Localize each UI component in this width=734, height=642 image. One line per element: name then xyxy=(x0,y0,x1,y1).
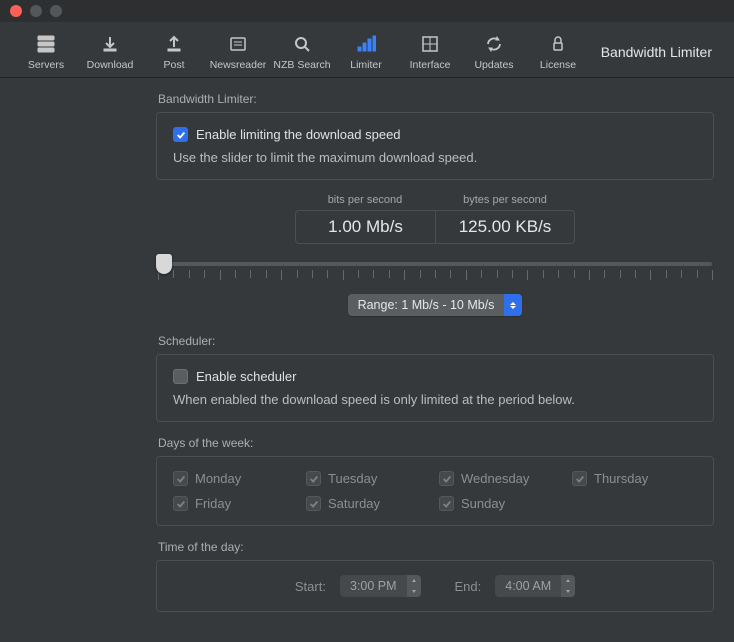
range-select-value: Range: 1 Mb/s - 10 Mb/s xyxy=(348,298,505,312)
toolbar-nzb-search[interactable]: NZB Search xyxy=(270,33,334,71)
slider-thumb[interactable] xyxy=(156,254,172,274)
day-label: Saturday xyxy=(328,496,380,511)
start-label: Start: xyxy=(295,579,326,594)
bytes-value: 125.00 KB/s xyxy=(435,210,575,244)
search-icon xyxy=(293,33,311,55)
interface-icon xyxy=(421,33,439,55)
day-checkbox[interactable] xyxy=(306,471,321,486)
start-time-field[interactable]: 3:00 PM xyxy=(340,575,421,597)
day-tuesday[interactable]: Tuesday xyxy=(306,471,431,486)
enable-scheduler-checkbox[interactable] xyxy=(173,369,188,384)
day-saturday[interactable]: Saturday xyxy=(306,496,431,511)
toolbar-newsreader[interactable]: Newsreader xyxy=(206,33,270,71)
toolbar-servers[interactable]: Servers xyxy=(14,33,78,71)
enable-limiter-label: Enable limiting the download speed xyxy=(196,127,401,142)
servers-icon xyxy=(36,33,56,55)
toolbar-label: Interface xyxy=(410,59,451,71)
enable-limiter-checkbox[interactable] xyxy=(173,127,188,142)
day-label: Tuesday xyxy=(328,471,377,486)
day-label: Friday xyxy=(195,496,231,511)
enable-scheduler-label: Enable scheduler xyxy=(196,369,296,384)
close-window-button[interactable] xyxy=(10,5,22,17)
limiter-panel: Enable limiting the download speed Use t… xyxy=(156,112,714,180)
toolbar-label: Newsreader xyxy=(210,59,267,71)
toolbar-updates[interactable]: Updates xyxy=(462,33,526,71)
day-monday[interactable]: Monday xyxy=(173,471,298,486)
scheduler-section-label: Scheduler: xyxy=(158,334,714,348)
toolbar-limiter[interactable]: Limiter xyxy=(334,33,398,71)
toolbar-download[interactable]: Download xyxy=(78,33,142,71)
day-checkbox[interactable] xyxy=(439,471,454,486)
dropdown-arrows-icon xyxy=(504,294,522,316)
start-time-stepper[interactable] xyxy=(407,575,421,597)
preferences-toolbar: Servers Download Post Newsreader NZB Sea… xyxy=(0,22,734,78)
end-time-stepper[interactable] xyxy=(561,575,575,597)
limiter-hint: Use the slider to limit the maximum down… xyxy=(173,150,697,165)
speed-display: bits per second 1.00 Mb/s bytes per seco… xyxy=(156,194,714,244)
limiter-icon xyxy=(356,33,376,55)
end-time-field[interactable]: 4:00 AM xyxy=(495,575,575,597)
day-checkbox[interactable] xyxy=(439,496,454,511)
end-label: End: xyxy=(455,579,482,594)
day-label: Monday xyxy=(195,471,241,486)
end-time-value: 4:00 AM xyxy=(495,575,561,597)
download-icon xyxy=(101,33,119,55)
day-wednesday[interactable]: Wednesday xyxy=(439,471,564,486)
day-sunday[interactable]: Sunday xyxy=(439,496,564,511)
day-label: Sunday xyxy=(461,496,505,511)
window-title: Bandwidth Limiter xyxy=(601,44,720,60)
day-checkbox[interactable] xyxy=(572,471,587,486)
content-area: Bandwidth Limiter: Enable limiting the d… xyxy=(0,78,734,632)
toolbar-label: Servers xyxy=(28,59,64,71)
toolbar-post[interactable]: Post xyxy=(142,33,206,71)
minimize-window-button[interactable] xyxy=(30,5,42,17)
day-thursday[interactable]: Thursday xyxy=(572,471,697,486)
toolbar-label: Post xyxy=(163,59,184,71)
days-section-label: Days of the week: xyxy=(158,436,714,450)
day-label: Thursday xyxy=(594,471,648,486)
days-panel: Monday Tuesday Wednesday Thursday Friday Satu… xyxy=(156,456,714,526)
toolbar-label: Download xyxy=(87,59,134,71)
day-checkbox[interactable] xyxy=(173,471,188,486)
updates-icon xyxy=(485,33,503,55)
bits-header: bits per second xyxy=(328,194,403,206)
toolbar-label: NZB Search xyxy=(273,59,330,71)
time-panel: Start: 3:00 PM End: 4:00 AM xyxy=(156,560,714,612)
bytes-header: bytes per second xyxy=(463,194,547,206)
newsreader-icon xyxy=(229,33,247,55)
bits-value: 1.00 Mb/s xyxy=(295,210,435,244)
time-section-label: Time of the day: xyxy=(158,540,714,554)
toolbar-license[interactable]: License xyxy=(526,33,590,71)
day-friday[interactable]: Friday xyxy=(173,496,298,511)
speed-slider[interactable] xyxy=(158,254,712,288)
window-titlebar xyxy=(0,0,734,22)
toolbar-label: Limiter xyxy=(350,59,382,71)
upload-icon xyxy=(165,33,183,55)
scheduler-hint: When enabled the download speed is only … xyxy=(173,392,697,407)
start-time-value: 3:00 PM xyxy=(340,575,407,597)
limiter-section-label: Bandwidth Limiter: xyxy=(158,92,714,106)
scheduler-panel: Enable scheduler When enabled the downlo… xyxy=(156,354,714,422)
toolbar-label: License xyxy=(540,59,576,71)
day-checkbox[interactable] xyxy=(173,496,188,511)
zoom-window-button[interactable] xyxy=(50,5,62,17)
range-select[interactable]: Range: 1 Mb/s - 10 Mb/s xyxy=(348,294,523,316)
toolbar-interface[interactable]: Interface xyxy=(398,33,462,71)
day-checkbox[interactable] xyxy=(306,496,321,511)
day-label: Wednesday xyxy=(461,471,529,486)
toolbar-label: Updates xyxy=(474,59,513,71)
license-icon xyxy=(549,33,567,55)
